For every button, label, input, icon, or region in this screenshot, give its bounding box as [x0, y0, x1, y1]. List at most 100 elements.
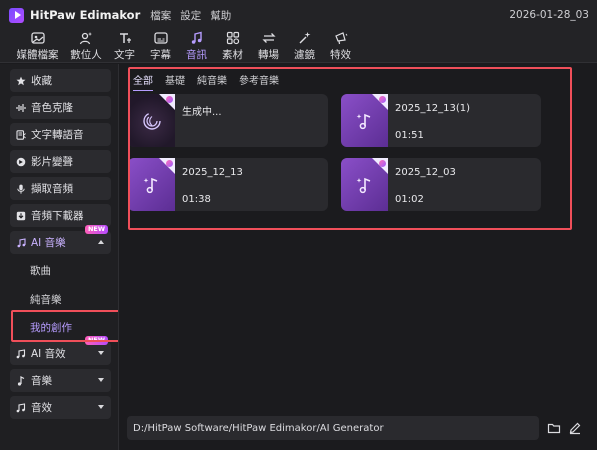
sidebar-item-text-to-speech[interactable]: 文字轉語音: [10, 123, 111, 146]
filter-icon: [299, 32, 310, 44]
folder-icon[interactable]: [547, 421, 561, 435]
toolbar-media-label: 媒體檔案: [16, 49, 59, 61]
sidebar-item-extract-audio[interactable]: 擷取音頻: [10, 177, 111, 200]
tab-instrumental[interactable]: 純音樂: [197, 72, 227, 91]
ai-music-library: 全部 基礎 純音樂 參考音樂 生成中... 2025_12_13(1) 01:5…: [118, 64, 597, 450]
sidebar-sub-songs[interactable]: 歌曲: [30, 263, 51, 278]
sidebar-item-label: 音色克隆: [31, 102, 73, 114]
sidebar-item-label: AI 音樂: [31, 237, 66, 249]
sidebar-item-audio-downloader[interactable]: 音頻下載器: [10, 204, 111, 227]
sidebar-item-voice-clone[interactable]: 音色克隆: [10, 96, 111, 119]
sidebar-item-label: 音樂: [31, 375, 52, 387]
menu-settings[interactable]: 設定: [180, 8, 201, 23]
expand-icon: [98, 405, 104, 409]
save-path-text: D:/HitPaw Software/HitPaw Edimakor/AI Ge…: [133, 422, 384, 434]
toolbar-digital-human-label: 數位人: [70, 49, 102, 61]
sidebar-item-label: 擷取音頻: [31, 183, 73, 195]
sidebar-sub-my-creations[interactable]: 我的創作: [30, 320, 72, 335]
ai-sfx-icon: [16, 348, 26, 358]
transition-icon: [261, 33, 276, 43]
card-thumbnail: [128, 158, 175, 211]
category-tabs: 全部 基礎 純音樂 參考音樂: [133, 72, 291, 91]
card-duration: 01:51: [395, 130, 424, 141]
sidebar-item-ai-music[interactable]: AI 音樂 NEW: [10, 225, 111, 254]
toolbar-assets[interactable]: 素材: [215, 30, 250, 63]
sound-effect-icon: [16, 402, 26, 412]
sidebar-sub-instrumental[interactable]: 純音樂: [30, 292, 62, 307]
app-logo: [9, 7, 24, 23]
toolbar-digital-human[interactable]: 數位人: [66, 30, 106, 63]
ai-mark-icon: [379, 96, 386, 103]
tab-basic[interactable]: 基礎: [165, 72, 185, 91]
sidebar-item-label: 音效: [31, 402, 52, 414]
assets-icon: [226, 31, 239, 45]
sidebar-item-label: 文字轉語音: [31, 129, 84, 141]
waveform-icon: [16, 103, 26, 112]
new-badge: NEW: [84, 336, 108, 345]
sidebar-item-label: AI 音效: [31, 348, 66, 360]
ai-mark-icon: [166, 96, 173, 103]
card-thumbnail: [128, 94, 175, 147]
sidebar-item-label: 音頻下載器: [31, 210, 84, 222]
toolbar-media[interactable]: 媒體檔案: [10, 30, 65, 63]
audio-category-sidebar: 收藏 音色克隆 文字轉語音 影片變聲 擷取音頻 音頻下載器 AI 音樂 NEW …: [0, 64, 127, 450]
menu-help[interactable]: 幫助: [210, 8, 231, 23]
music-icon: [17, 375, 25, 386]
toolbar-text[interactable]: 文字: [107, 30, 142, 63]
expand-icon: [98, 351, 104, 355]
sidebar-item-favorites[interactable]: 收藏: [10, 69, 111, 92]
download-icon: [16, 211, 26, 220]
tab-all[interactable]: 全部: [133, 72, 153, 91]
digital-human-icon: [79, 32, 92, 45]
text-icon: [119, 33, 131, 43]
tab-reference-music[interactable]: 參考音樂: [239, 72, 279, 91]
card-duration: 01:38: [182, 194, 211, 205]
effects-icon: [334, 32, 347, 45]
card-duration: 01:02: [395, 194, 424, 205]
toolbar-filter[interactable]: 濾鏡: [287, 30, 322, 63]
star-icon: [16, 76, 26, 85]
music-card-generating[interactable]: 生成中...: [128, 94, 328, 147]
toolbar-text-label: 文字: [114, 49, 135, 61]
main-toolbar: 媒體檔案 數位人 文字 字幕 音訊 素材 轉場 濾鏡 特效: [0, 30, 597, 63]
toolbar-subtitle-label: 字幕: [150, 49, 171, 61]
music-note-sparkle-icon: [356, 177, 370, 193]
title-bar: HitPaw Edimakor 檔案 設定 幫助 2026-01-28_03: [0, 0, 597, 30]
text-to-speech-icon: [16, 129, 26, 140]
voice-changer-icon: [16, 157, 26, 166]
card-title: 2025_12_13(1): [395, 103, 471, 114]
menu-bar: 檔案 設定 幫助: [150, 8, 240, 23]
sidebar-item-voice-changer[interactable]: 影片變聲: [10, 150, 111, 173]
app-title: HitPaw Edimakor: [30, 8, 141, 22]
card-title: 生成中...: [182, 107, 222, 118]
music-card[interactable]: 2025_12_13(1) 01:51: [341, 94, 541, 147]
media-icon: [30, 32, 45, 44]
toolbar-transition[interactable]: 轉場: [251, 30, 286, 63]
edit-icon[interactable]: [568, 421, 582, 435]
music-note-icon: [191, 31, 202, 44]
music-note-sparkle-icon: [143, 177, 157, 193]
ai-mark-icon: [166, 160, 173, 167]
toolbar-filter-label: 濾鏡: [294, 49, 315, 61]
sidebar-item-music[interactable]: 音樂: [10, 369, 111, 392]
toolbar-effects[interactable]: 特效: [323, 30, 358, 63]
sidebar-item-label: 影片變聲: [31, 156, 73, 168]
ai-music-icon: [17, 237, 26, 247]
sidebar-item-ai-sfx[interactable]: AI 音效 NEW: [10, 336, 111, 365]
save-path-field[interactable]: D:/HitPaw Software/HitPaw Edimakor/AI Ge…: [127, 416, 539, 440]
sidebar-item-sound-effects[interactable]: 音效: [10, 396, 111, 419]
card-title: 2025_12_13: [182, 167, 243, 178]
new-badge: NEW: [84, 225, 108, 234]
toolbar-audio[interactable]: 音訊: [179, 30, 214, 63]
ai-mark-icon: [379, 160, 386, 167]
project-name: 2026-01-28_03: [509, 9, 589, 21]
toolbar-subtitle[interactable]: 字幕: [143, 30, 178, 63]
card-thumbnail: [341, 94, 388, 147]
card-thumbnail: [341, 158, 388, 211]
expand-icon: [98, 378, 104, 382]
collapse-icon: [98, 240, 104, 244]
music-card[interactable]: 2025_12_13 01:38: [128, 158, 328, 211]
microphone-icon: [17, 184, 25, 194]
music-card[interactable]: 2025_12_03 01:02: [341, 158, 541, 211]
menu-file[interactable]: 檔案: [150, 8, 171, 23]
